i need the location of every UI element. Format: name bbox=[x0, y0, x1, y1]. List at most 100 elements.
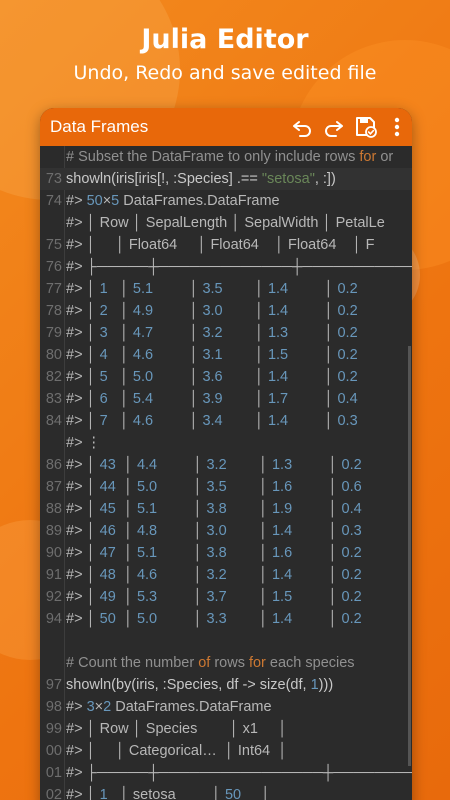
code-token: 0.2 bbox=[341, 611, 362, 627]
code-token: 3.1 bbox=[202, 347, 223, 363]
line-code: showln(iris[iris[!, :Species] .== "setos… bbox=[66, 168, 412, 190]
code-line[interactable]: # Subset the DataFrame to only include r… bbox=[40, 146, 412, 168]
code-line[interactable]: 99 #> │ Row │ Species │ x1 │ bbox=[40, 718, 412, 740]
code-line[interactable]: #> │ Row │ SepalLength │ SepalWidth │ Pe… bbox=[40, 212, 412, 234]
code-token: #> │ │ Categorical… │ Int64 │ bbox=[66, 743, 288, 759]
code-token: │ bbox=[115, 457, 137, 473]
line-number: 73 bbox=[45, 171, 62, 187]
code-line[interactable]: 97 showln(by(iris, :Species, df -> size(d… bbox=[40, 674, 412, 696]
code-token: │ bbox=[107, 281, 133, 297]
code-line[interactable]: 01 #> ├─────┼────────────────┼────────┤ bbox=[40, 762, 412, 784]
line-code: #> │ 46 │ 4.8 │ 3.0 │ 1.4 │ 0.3 bbox=[66, 520, 412, 542]
code-token: #> │ bbox=[66, 347, 100, 363]
code-token: #> │ bbox=[66, 501, 100, 517]
code-line[interactable]: 02 #> │ 1 │ setosa │ 50 │ bbox=[40, 784, 412, 800]
code-line[interactable]: 75 #> │ │ Float64 │ Float64 │ Float64 │ F bbox=[40, 234, 412, 256]
line-code: #> ├─────┼────────────────┼────────┤ bbox=[66, 762, 412, 784]
code-token: 0.2 bbox=[341, 545, 362, 561]
code-token: 1.3 bbox=[271, 457, 293, 473]
code-token: 5.0 bbox=[132, 369, 154, 385]
code-token: 3.4 bbox=[202, 413, 223, 429]
code-token: 5.3 bbox=[136, 589, 158, 605]
code-token: #> bbox=[66, 193, 87, 209]
code-line[interactable]: 87 #> │ 44 │ 5.0 │ 3.5 │ 1.6 │ 0.6 bbox=[40, 476, 412, 498]
code-line[interactable]: 74 #> 50×5 DataFrames.DataFrame bbox=[40, 190, 412, 212]
code-line[interactable]: 88 #> │ 45 │ 5.1 │ 3.8 │ 1.9 │ 0.4 bbox=[40, 498, 412, 520]
code-line[interactable]: 98 #> 3×2 DataFrames.DataFrame bbox=[40, 696, 412, 718]
code-token: #> │ Row │ Species │ x1 │ bbox=[66, 721, 288, 737]
code-token: 4.4 bbox=[136, 457, 158, 473]
save-button[interactable] bbox=[350, 108, 382, 146]
code-line[interactable]: 94 #> │ 50 │ 5.0 │ 3.3 │ 1.4 │ 0.2 bbox=[40, 608, 412, 630]
code-editor[interactable]: # Subset the DataFrame to only include r… bbox=[40, 146, 412, 800]
code-line[interactable]: # Count the number of rows for each spec… bbox=[40, 652, 412, 674]
more-options-button[interactable] bbox=[382, 108, 412, 146]
line-code: #> │ 45 │ 5.1 │ 3.8 │ 1.9 │ 0.4 bbox=[66, 498, 412, 520]
code-line[interactable]: 76#> ├─────┼─────────────┼────────────┼─… bbox=[40, 256, 412, 278]
line-code: #> │ 2 │ 4.9 │ 3.0 │ 1.4 │ 0.2 bbox=[66, 300, 412, 322]
code-token: │ bbox=[222, 413, 268, 429]
code-line[interactable]: 77 #> │ 1 │ 5.1 │ 3.5 │ 1.4 │ 0.2 bbox=[40, 278, 412, 300]
code-token: │ bbox=[115, 589, 137, 605]
code-token: , :]) bbox=[314, 171, 336, 187]
code-token: 1.4 bbox=[271, 611, 293, 627]
code-token: │ bbox=[107, 413, 133, 429]
line-code: #> 3×2 DataFrames.DataFrame bbox=[66, 696, 412, 718]
line-number: 00 bbox=[45, 743, 62, 759]
code-token: #> │ bbox=[66, 281, 100, 297]
code-token: ))) bbox=[318, 677, 334, 693]
code-token: 3.8 bbox=[206, 545, 227, 561]
code-token: 1.5 bbox=[271, 589, 293, 605]
line-code: #> │ │ Float64 │ Float64 │ Float64 │ F bbox=[66, 234, 412, 256]
code-token: 3.2 bbox=[202, 325, 223, 341]
code-token: 4.7 bbox=[132, 325, 154, 341]
code-line[interactable]: 86 #> │ 43 │ 4.4 │ 3.2 │ 1.3 │ 0.2 bbox=[40, 454, 412, 476]
line-number: 91 bbox=[45, 567, 62, 583]
promo-title: Julia Editor bbox=[141, 24, 309, 55]
line-number: 77 bbox=[45, 281, 62, 297]
code-token: 4.9 bbox=[132, 303, 154, 319]
editor-scrollbar[interactable] bbox=[408, 346, 411, 766]
code-line[interactable]: 84 #> │ 7 │ 4.6 │ 3.4 │ 1.4 │ 0.3 bbox=[40, 410, 412, 432]
redo-button[interactable] bbox=[318, 108, 350, 146]
code-token: 1.6 bbox=[271, 545, 293, 561]
code-token: 4.8 bbox=[136, 523, 158, 539]
code-line[interactable]: 82 #> │ 5 │ 5.0 │ 3.6 │ 1.4 │ 0.2 bbox=[40, 366, 412, 388]
code-token: 50 bbox=[86, 193, 103, 209]
code-token: │ bbox=[153, 303, 203, 319]
code-token: 0.3 bbox=[337, 413, 358, 429]
code-token: │ bbox=[288, 369, 338, 385]
line-code: #> │ 47 │ 5.1 │ 3.8 │ 1.6 │ 0.2 bbox=[66, 542, 412, 564]
code-token: 0.2 bbox=[341, 589, 362, 605]
code-token: │ bbox=[153, 281, 203, 297]
code-token: 3.9 bbox=[202, 391, 223, 407]
code-token: 48 bbox=[99, 567, 116, 583]
code-token: 0.4 bbox=[337, 391, 358, 407]
line-number: 79 bbox=[45, 325, 62, 341]
code-line[interactable]: 83 #> │ 6 │ 5.4 │ 3.9 │ 1.7 │ 0.4 bbox=[40, 388, 412, 410]
code-token: 5.1 bbox=[136, 545, 158, 561]
code-token: 1.4 bbox=[271, 523, 293, 539]
code-line[interactable] bbox=[40, 630, 412, 652]
code-token: │ bbox=[222, 391, 268, 407]
code-line[interactable]: 78 #> │ 2 │ 4.9 │ 3.0 │ 1.4 │ 0.2 bbox=[40, 300, 412, 322]
code-line[interactable]: 91 #> │ 48 │ 4.6 │ 3.2 │ 1.4 │ 0.2 bbox=[40, 564, 412, 586]
code-token: 1.4 bbox=[267, 281, 289, 297]
code-line[interactable]: 90 #> │ 47 │ 5.1 │ 3.8 │ 1.6 │ 0.2 bbox=[40, 542, 412, 564]
undo-button[interactable] bbox=[286, 108, 318, 146]
line-number: 74 bbox=[45, 193, 62, 209]
code-token: │ bbox=[115, 501, 137, 517]
line-code: #> │ │ Categorical… │ Int64 │ bbox=[66, 740, 412, 762]
code-line[interactable]: 00 #> │ │ Categorical… │ Int64 │ bbox=[40, 740, 412, 762]
code-line[interactable]: 73 showln(iris[iris[!, :Species] .== "set… bbox=[40, 168, 412, 190]
code-line[interactable]: 79 #> │ 3 │ 4.7 │ 3.2 │ 1.3 │ 0.2 bbox=[40, 322, 412, 344]
code-token: │ bbox=[222, 281, 268, 297]
line-number bbox=[40, 146, 62, 168]
code-token: │ bbox=[157, 611, 207, 627]
code-line[interactable]: 92 #> │ 49 │ 5.3 │ 3.7 │ 1.5 │ 0.2 bbox=[40, 586, 412, 608]
code-line[interactable]: 89 #> │ 46 │ 4.8 │ 3.0 │ 1.4 │ 0.3 bbox=[40, 520, 412, 542]
code-token: 7 bbox=[99, 413, 108, 429]
code-token: │ bbox=[157, 589, 207, 605]
code-line[interactable]: #> ⋮ bbox=[40, 432, 412, 454]
code-line[interactable]: 80 #> │ 4 │ 4.6 │ 3.1 │ 1.5 │ 0.2 bbox=[40, 344, 412, 366]
